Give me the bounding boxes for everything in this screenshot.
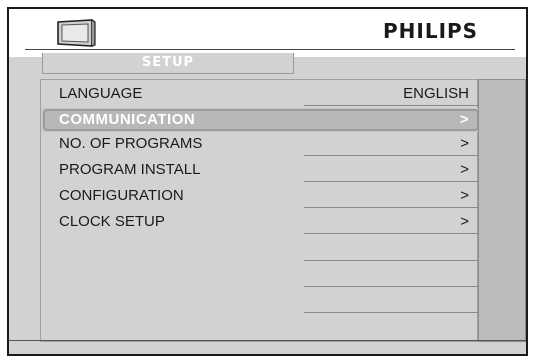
menu-item-label: NO. OF PROGRAMS (59, 135, 203, 152)
menu-item-language[interactable]: LANGUAGE ENGLISH (41, 82, 479, 106)
chevron-right-icon: > (460, 213, 469, 230)
menu-item-label: CLOCK SETUP (59, 213, 165, 230)
empty-row-divider (304, 312, 479, 313)
tv-icon (56, 19, 96, 56)
menu-panel: LANGUAGE ENGLISH COMMUNICATION > NO. OF … (40, 79, 479, 342)
chevron-right-icon: > (459, 111, 469, 128)
submenu-preview-column (478, 79, 526, 342)
menu-item-label: CONFIGURATION (59, 187, 184, 204)
empty-row-divider (304, 260, 479, 261)
footer-bar (9, 340, 526, 354)
menu-item-no-of-programs[interactable]: NO. OF PROGRAMS > (41, 132, 479, 156)
menu-title-bar: SETUP (42, 53, 294, 74)
brand-logo: PHILIPS (383, 19, 479, 43)
empty-row-divider (304, 286, 479, 287)
menu-title: SETUP (141, 55, 195, 70)
chevron-right-icon: > (460, 161, 469, 178)
chevron-right-icon: > (460, 187, 469, 204)
tv-menu-screen: PHILIPS SETUP LANGUAGE ENGLISH COMMUNICA… (7, 7, 528, 356)
menu-item-clock-setup[interactable]: CLOCK SETUP > (41, 210, 479, 234)
menu-item-label: COMMUNICATION (59, 111, 196, 128)
row-divider (304, 105, 479, 106)
row-divider (304, 155, 479, 156)
menu-item-label: LANGUAGE (59, 85, 143, 102)
header-divider (25, 49, 515, 50)
row-divider (304, 233, 479, 234)
menu-item-program-install[interactable]: PROGRAM INSTALL > (41, 158, 479, 182)
menu-item-configuration[interactable]: CONFIGURATION > (41, 184, 479, 208)
row-divider (304, 207, 479, 208)
menu-item-label: PROGRAM INSTALL (59, 161, 201, 178)
menu-item-value: ENGLISH (403, 85, 469, 102)
row-divider (304, 181, 479, 182)
menu-item-communication[interactable]: COMMUNICATION > (41, 108, 479, 132)
chevron-right-icon: > (460, 135, 469, 152)
